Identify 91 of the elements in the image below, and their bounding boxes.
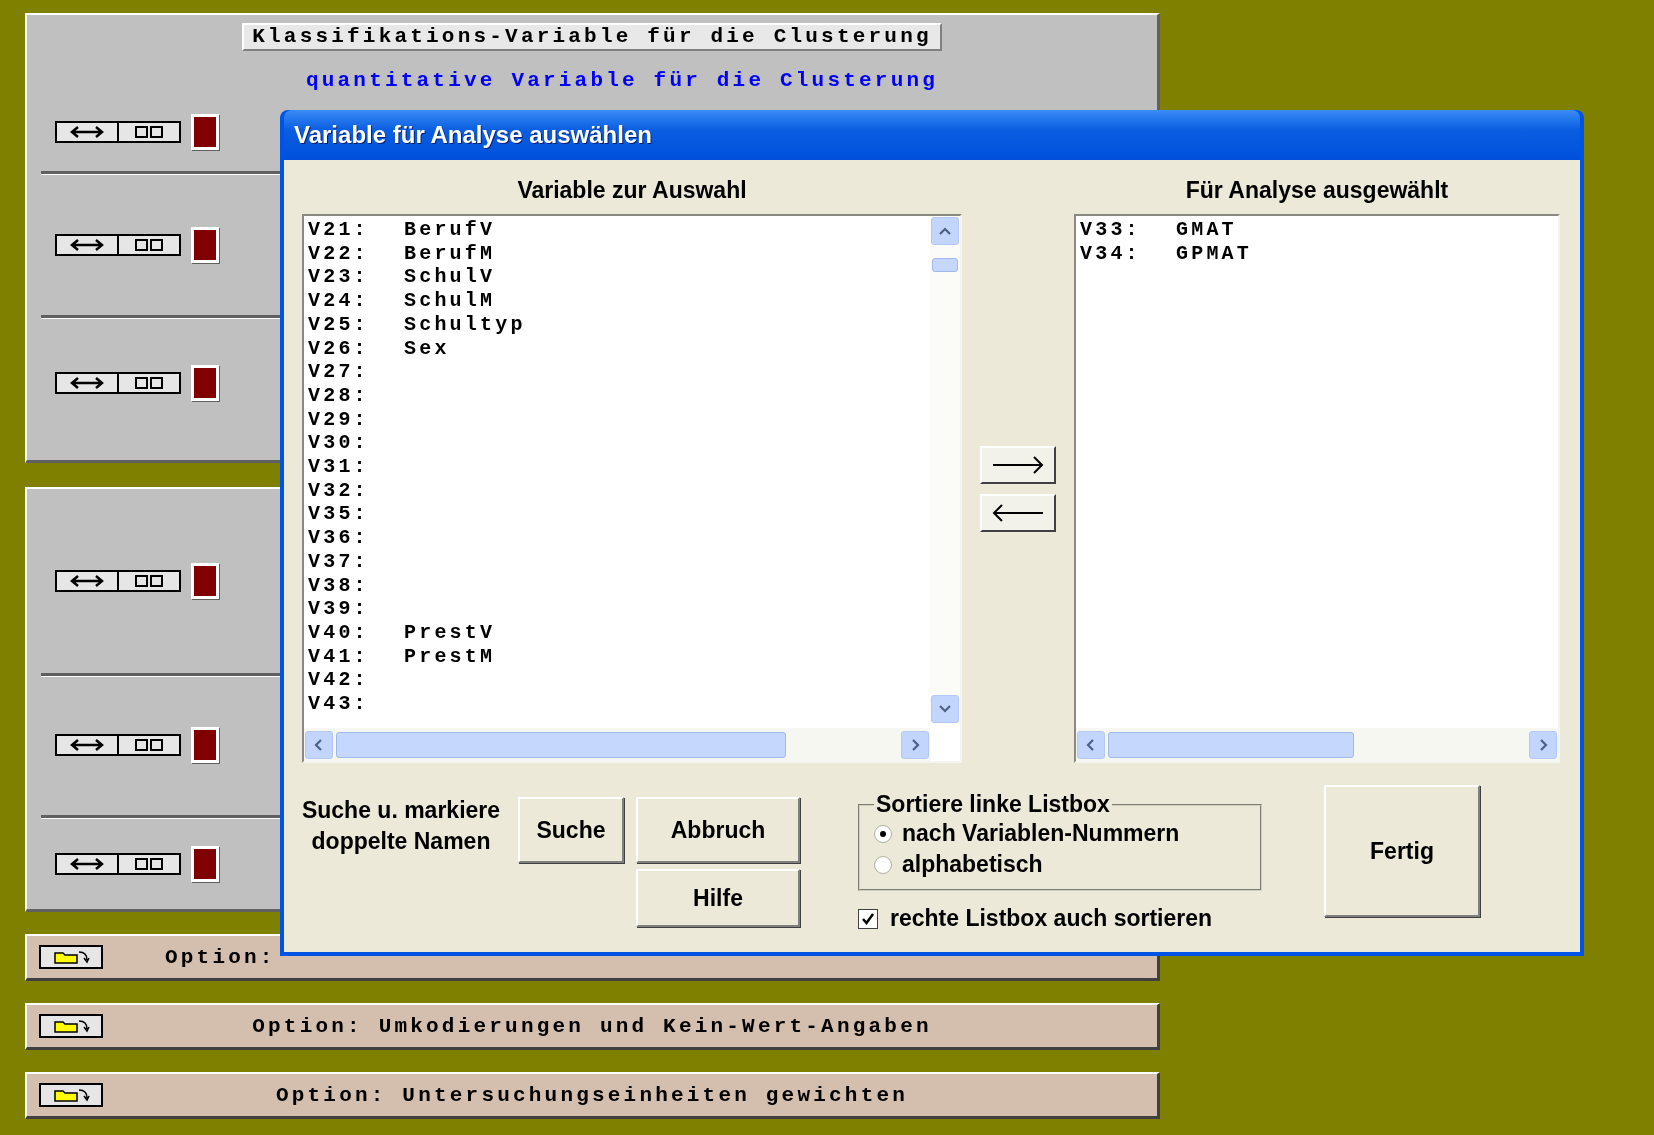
folder-icon xyxy=(51,1019,91,1033)
status-indicator xyxy=(191,845,219,882)
double-arrow-icon xyxy=(70,377,104,389)
tool-button[interactable] xyxy=(55,233,181,256)
scroll-right-button[interactable] xyxy=(1529,730,1557,759)
remove-button[interactable] xyxy=(980,493,1056,532)
radio-option[interactable]: nach Variablen-Nummern xyxy=(874,818,1260,849)
left-arrow-icon xyxy=(991,502,1045,523)
folder-button[interactable] xyxy=(39,1014,103,1038)
dialog-title: Variable für Analyse auswählen xyxy=(284,110,1580,160)
list-item[interactable]: V37: xyxy=(308,549,930,574)
double-arrow-icon xyxy=(70,739,104,752)
list-item[interactable]: V23: SchulV xyxy=(308,265,930,290)
list-box[interactable]: V33: GMAT V34: GPMAT xyxy=(1074,214,1560,763)
done-button[interactable]: Fertig xyxy=(1324,785,1480,917)
tool-button[interactable] xyxy=(55,372,181,394)
list-item[interactable]: V35: xyxy=(308,502,930,527)
double-arrow-icon xyxy=(70,126,104,138)
two-squares-icon xyxy=(135,377,163,389)
status-indicator xyxy=(191,562,219,599)
scroll-left-button[interactable] xyxy=(305,730,333,759)
checkbox[interactable] xyxy=(858,908,878,929)
panel-subtitle: quantitative Variable für die Clusterung xyxy=(305,69,939,93)
list-heading: Für Analyse ausgewählt xyxy=(1184,175,1450,204)
scroll-up-button[interactable] xyxy=(931,217,959,245)
panel-title: Klassifikations-Variable für die Clusterung xyxy=(242,23,942,51)
scroll-thumb[interactable] xyxy=(1108,731,1354,758)
folder-icon xyxy=(51,1088,91,1102)
list-item[interactable]: V21: BerufV xyxy=(308,218,930,242)
radio-button[interactable] xyxy=(874,824,892,843)
double-arrow-icon xyxy=(70,574,104,587)
two-squares-icon xyxy=(135,739,163,752)
list-item[interactable]: V31: xyxy=(308,455,930,479)
cancel-button[interactable]: Abbruch xyxy=(636,797,800,863)
add-button[interactable] xyxy=(980,445,1056,484)
list-item[interactable]: V25: Schultyp xyxy=(308,312,930,337)
list-item[interactable]: V43: xyxy=(308,692,930,716)
tool-button[interactable] xyxy=(55,121,181,143)
list-item[interactable]: V27: xyxy=(308,360,930,384)
double-arrow-icon xyxy=(70,857,104,870)
scroll-thumb[interactable] xyxy=(336,731,786,758)
list-item[interactable]: V42: xyxy=(308,668,930,693)
list-item[interactable]: V29: xyxy=(308,407,930,432)
option-bar[interactable]: Option: Untersuchungseinheiten gewichten xyxy=(25,1072,1160,1119)
radio-option[interactable]: alphabetisch xyxy=(874,849,1260,880)
folder-button[interactable] xyxy=(39,1083,103,1107)
folder-button[interactable] xyxy=(39,945,103,969)
search-button[interactable]: Suche xyxy=(518,797,624,863)
list-item[interactable]: V33: GMAT xyxy=(1080,218,1558,242)
list-item[interactable]: V22: BerufM xyxy=(308,241,930,266)
two-squares-icon xyxy=(135,857,163,870)
tool-button[interactable] xyxy=(55,569,181,592)
list-box[interactable]: V21: BerufV V22: BerufM V23: SchulV V24: SchulM V25: Schultyp V26: Sex V27: V28: V29: V30: V31: V32: V35: V36: V37: V38: V39: V40: PrestV V41: PrestM V42: V43: xyxy=(302,214,962,763)
group-label: Sortiere linke Listbox xyxy=(875,791,1111,818)
right-arrow-icon xyxy=(991,454,1045,475)
list-item[interactable]: V38: xyxy=(308,573,930,598)
tool-button[interactable] xyxy=(55,852,181,875)
horizontal-scrollbar[interactable] xyxy=(304,728,930,761)
list-item[interactable]: V40: PrestV xyxy=(308,620,930,645)
list-item[interactable]: V26: Sex xyxy=(308,336,930,361)
list-item[interactable]: V34: GPMAT xyxy=(1080,241,1558,266)
list-item[interactable]: V30: xyxy=(308,431,930,456)
horizontal-scrollbar[interactable] xyxy=(1076,728,1558,761)
scroll-left-button[interactable] xyxy=(1077,730,1105,759)
scroll-thumb[interactable] xyxy=(932,258,958,272)
list-item[interactable]: V41: PrestM xyxy=(308,644,930,669)
two-squares-icon xyxy=(135,126,163,138)
check-icon xyxy=(861,911,875,926)
help-button[interactable]: Hilfe xyxy=(636,869,800,927)
scroll-down-button[interactable] xyxy=(931,695,959,723)
scroll-right-button[interactable] xyxy=(901,730,929,759)
two-squares-icon xyxy=(135,238,163,251)
tool-button[interactable] xyxy=(55,734,181,757)
sort-checkbox-option[interactable]: rechte Listbox auch sortieren xyxy=(858,905,1262,932)
search-label: Suche u. markiere doppelte Namen xyxy=(300,796,502,856)
list-item[interactable]: V24: SchulM xyxy=(308,289,930,313)
status-indicator xyxy=(191,365,219,401)
list-heading: Variable zur Auswahl xyxy=(516,175,748,204)
radio-button[interactable] xyxy=(874,855,892,874)
two-squares-icon xyxy=(135,574,163,587)
list-item[interactable]: V36: xyxy=(308,526,930,550)
list-item[interactable]: V28: xyxy=(308,383,930,408)
option-bar[interactable]: Option: Umkodierungen und Kein-Wert-Angaben xyxy=(25,1003,1160,1050)
folder-icon xyxy=(51,950,91,964)
status-indicator xyxy=(191,226,219,263)
vertical-scrollbar[interactable] xyxy=(930,216,960,724)
double-arrow-icon xyxy=(70,238,104,251)
status-indicator xyxy=(191,114,219,150)
list-item[interactable]: V32: xyxy=(308,478,930,503)
list-item[interactable]: V39: xyxy=(308,597,930,621)
status-indicator xyxy=(191,727,219,764)
